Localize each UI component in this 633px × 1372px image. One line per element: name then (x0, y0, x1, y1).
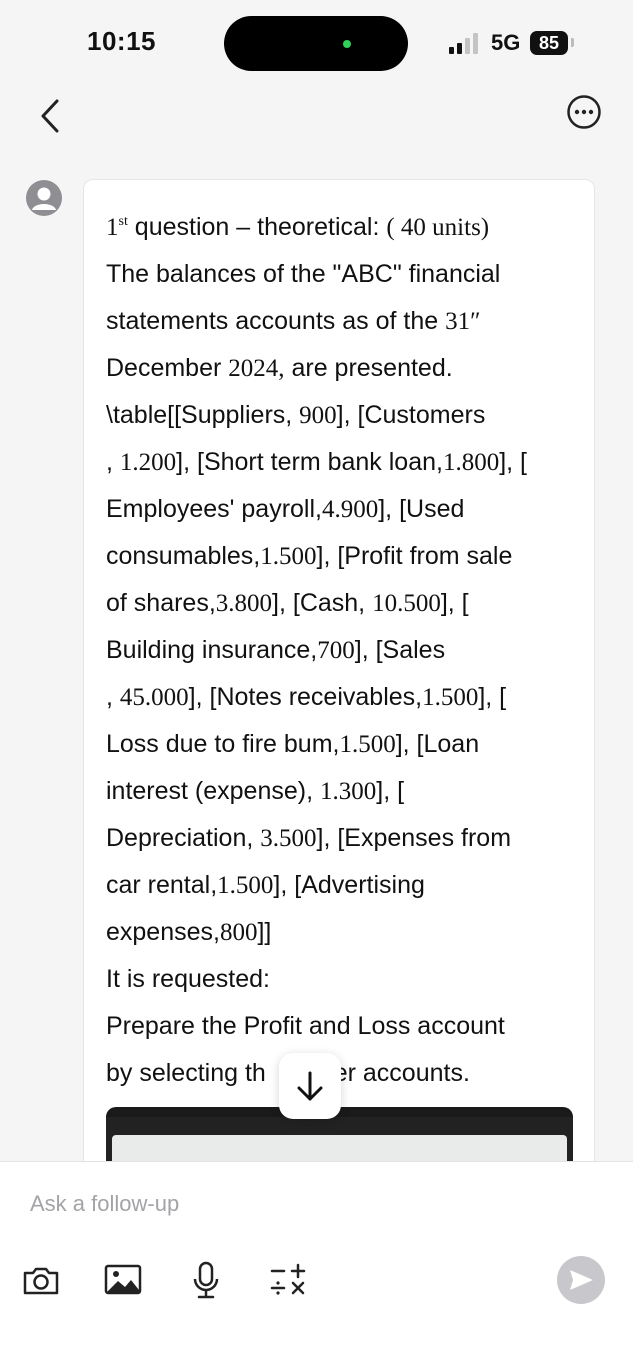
back-button[interactable] (33, 93, 69, 139)
indicator-dot-icon (343, 40, 351, 48)
battery-tip (571, 38, 574, 47)
status-bar: 10:15 5G 85 (0, 0, 633, 88)
send-button[interactable] (557, 1256, 605, 1304)
camera-icon (23, 1267, 59, 1295)
message-line-2: The balances of the "ABC" financial (106, 260, 501, 288)
message-line-15: car rental,1.500], [Advertising (106, 871, 425, 899)
arrow-down-icon (297, 1071, 323, 1101)
network-type: 5G (491, 30, 521, 55)
message-line-4: December 2024, are presented. (106, 354, 453, 382)
message-line-18: Prepare the Profit and Loss account (106, 1012, 505, 1040)
math-symbols-button[interactable] (268, 1260, 308, 1300)
message-line-17: It is requested: (106, 965, 270, 993)
message-line-5: \table[[Suppliers, 900], [Customers (106, 401, 486, 429)
cellular-signal-icon (449, 32, 483, 54)
message-line-14: Depreciation, 3.500], [Expenses from (106, 824, 512, 852)
message-line-6: , 1.200], [Short term bank loan,1.800], … (106, 448, 527, 476)
more-options-button[interactable] (566, 94, 602, 130)
composer (0, 1161, 633, 1372)
status-time: 10:15 (87, 26, 156, 56)
math-symbols-icon (270, 1263, 306, 1295)
dynamic-island (224, 16, 408, 71)
message-line-11: , 45.000], [Notes receivables,1.500], [ (106, 683, 507, 711)
message-line-16: expenses,800]] (106, 918, 272, 946)
message-line-3: statements accounts as of the 31″ (106, 307, 481, 335)
image-button[interactable] (103, 1260, 143, 1300)
ellipsis-circle-icon (567, 95, 601, 129)
microphone-icon (193, 1261, 219, 1299)
follow-up-input[interactable] (30, 1182, 530, 1226)
microphone-button[interactable] (186, 1260, 226, 1300)
message-line-8: consumables,1.500], [Profit from sale (106, 542, 513, 570)
nav-bar (0, 88, 633, 144)
message-line-13: interest (expense), 1.300], [ (106, 777, 405, 805)
battery-icon: 85 (530, 31, 568, 55)
scroll-to-bottom-button[interactable] (279, 1053, 341, 1119)
message-line-7: Employees' payroll,4.900], [Used (106, 495, 465, 523)
user-message-bubble: 1st question – theoretical: ( 40 units) … (83, 179, 595, 1161)
chat-area[interactable]: 1st question – theoretical: ( 40 units) … (0, 144, 633, 1161)
message-line-1: 1st question – theoretical: ( 40 units) (106, 213, 490, 241)
message-line-12: Loss due to fire bum,1.500], [Loan (106, 730, 480, 758)
image-icon (104, 1264, 142, 1295)
camera-button[interactable] (21, 1260, 61, 1300)
chevron-left-icon (41, 99, 59, 133)
message-line-10: Building insurance,700], [Sales (106, 636, 446, 664)
user-avatar (26, 180, 62, 216)
user-icon (32, 187, 56, 210)
message-line-9: of shares,3.800], [Cash, 10.500], [ (106, 589, 469, 617)
send-icon (570, 1270, 593, 1290)
